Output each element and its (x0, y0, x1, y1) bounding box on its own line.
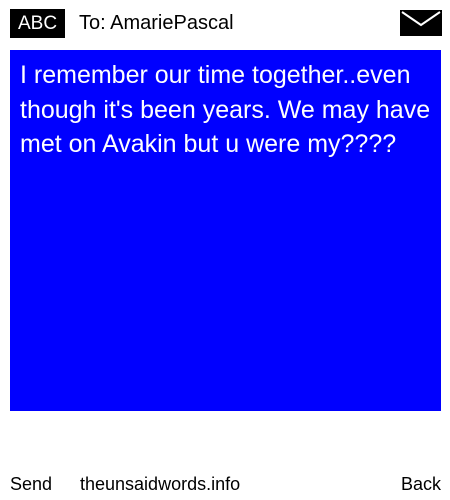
envelope-icon (400, 10, 442, 36)
send-button[interactable]: Send (10, 471, 52, 497)
message-body[interactable]: I remember our time together..even thoug… (10, 50, 441, 411)
back-button[interactable]: Back (401, 471, 441, 497)
site-label: theunsaidwords.info (80, 474, 241, 494)
input-mode-badge[interactable]: ABC (10, 9, 66, 38)
footer-bar: Send theunsaidwords.info Back (0, 471, 450, 497)
message-text: I remember our time together..even thoug… (20, 61, 431, 158)
recipient-label: To: AmariePascal (79, 12, 234, 34)
header-bar: ABC To: AmariePascal (0, 0, 450, 44)
